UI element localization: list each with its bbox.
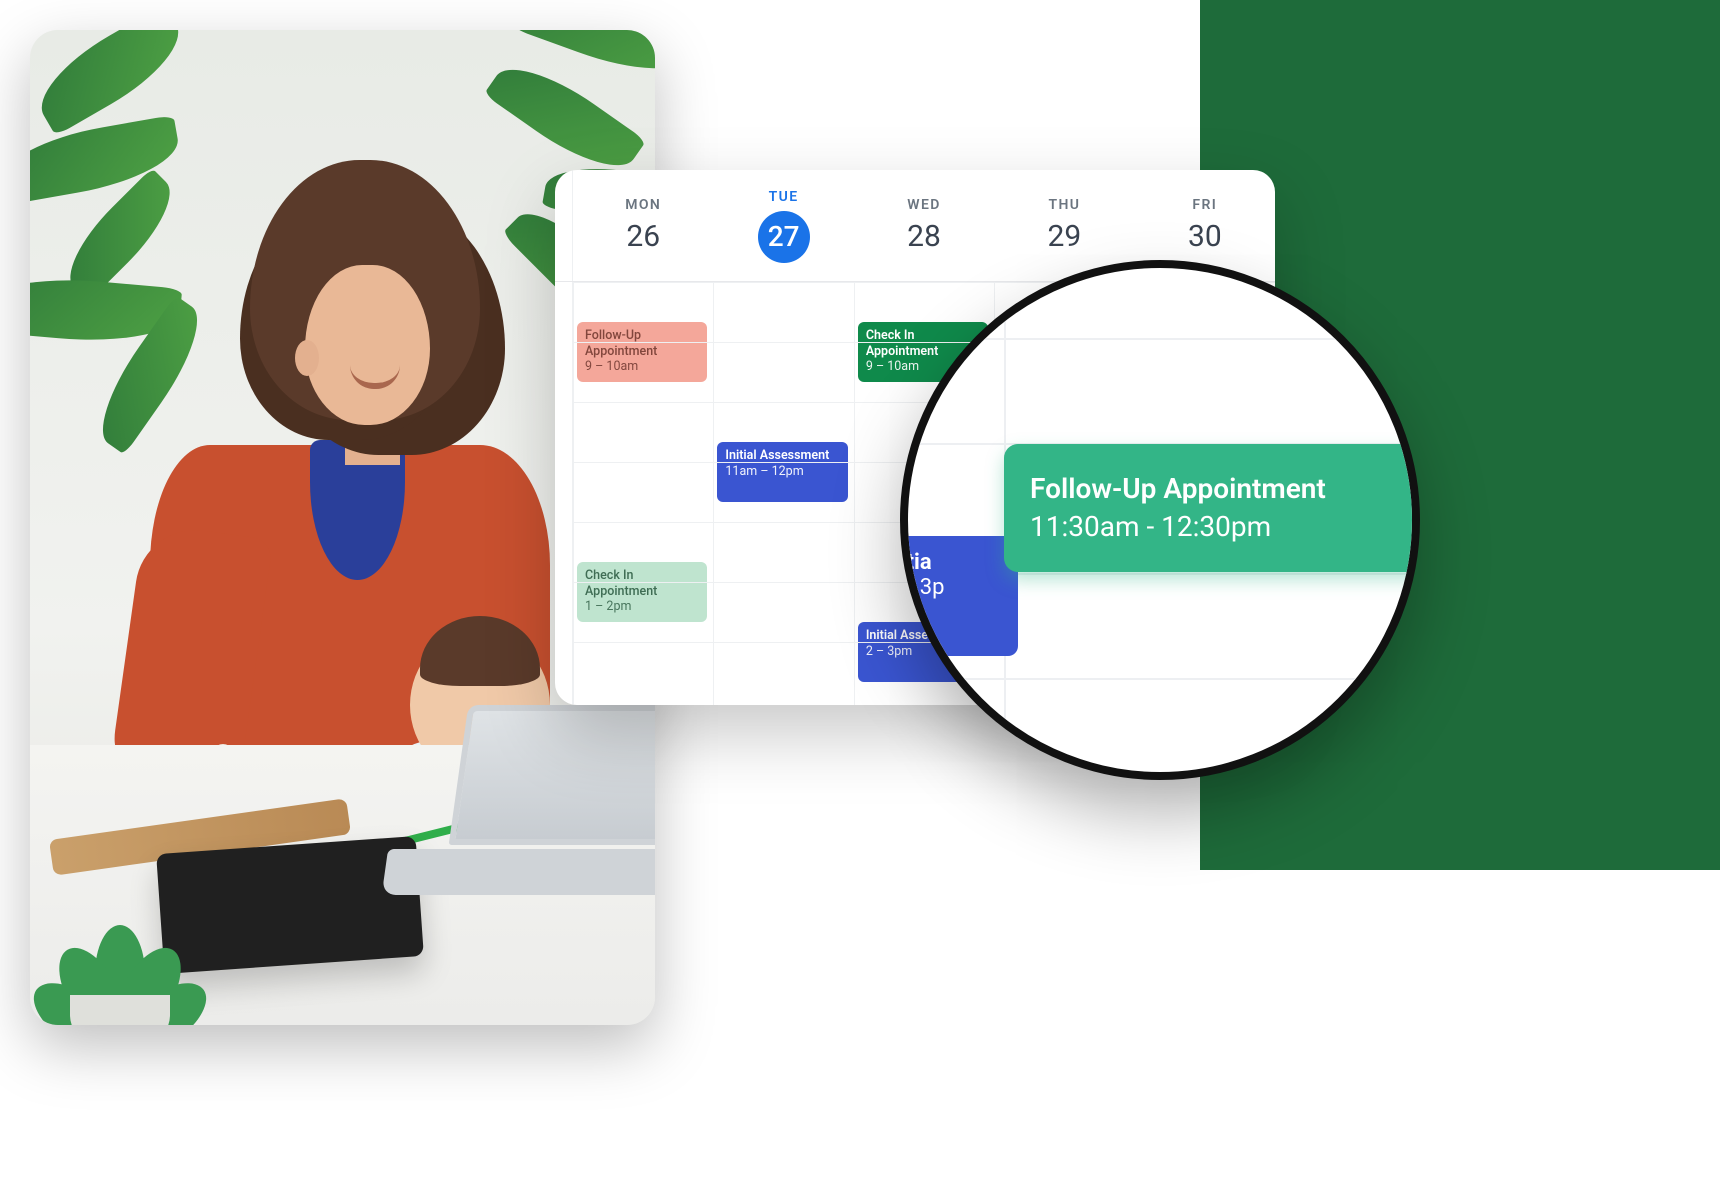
event-title: Check In Appointment bbox=[585, 568, 699, 599]
event-time: 2 – 3p bbox=[900, 575, 1004, 600]
day-number: 29 bbox=[1048, 219, 1082, 254]
laptop-icon bbox=[422, 705, 655, 895]
event-time: 9 – 10am bbox=[585, 359, 699, 375]
day-of-week-label: THU bbox=[1048, 197, 1080, 213]
event-title: Follow-Up Appointment bbox=[585, 328, 699, 359]
event-time: 11am – 12pm bbox=[725, 464, 839, 480]
day-number: 28 bbox=[907, 219, 941, 254]
day-number-active-badge: 27 bbox=[758, 211, 810, 263]
day-number: 26 bbox=[626, 219, 660, 254]
desk-illustration bbox=[30, 745, 655, 1025]
calendar-event[interactable]: Check In Appointment 1 – 2pm bbox=[577, 562, 707, 622]
event-title: Initia bbox=[900, 550, 1004, 575]
magnifier-lens: Initia 2 – 3p Follow-Up Appointment 11:3… bbox=[900, 260, 1420, 780]
day-column-mon[interactable]: Follow-Up Appointment 9 – 10am Check In … bbox=[573, 282, 713, 705]
day-of-week-label: WED bbox=[907, 197, 941, 213]
magnified-event-featured[interactable]: Follow-Up Appointment 11:30am - 12:30pm bbox=[1004, 444, 1420, 572]
magnifier-content: Initia 2 – 3p Follow-Up Appointment 11:3… bbox=[908, 268, 1412, 772]
event-title: Follow-Up Appointment bbox=[1030, 470, 1420, 508]
magnified-event-partial[interactable]: Initia 2 – 3p bbox=[900, 536, 1018, 656]
day-of-week-label: MON bbox=[625, 197, 661, 213]
day-header-wed[interactable]: WED 28 bbox=[854, 170, 994, 281]
succulent-icon bbox=[30, 885, 210, 1025]
day-of-week-label: FRI bbox=[1192, 197, 1217, 213]
day-column-tue[interactable]: Initial Assessment 11am – 12pm bbox=[713, 282, 853, 705]
day-of-week-label: TUE bbox=[769, 189, 799, 205]
event-title: Initial Assessment bbox=[725, 448, 839, 464]
event-time: 1 – 2pm bbox=[585, 599, 699, 615]
day-header-tue[interactable]: TUE 27 bbox=[713, 170, 853, 281]
day-header-mon[interactable]: MON 26 bbox=[573, 170, 713, 281]
day-number: 30 bbox=[1188, 219, 1222, 254]
calendar-event[interactable]: Follow-Up Appointment 9 – 10am bbox=[577, 322, 707, 382]
calendar-event[interactable]: Initial Assessment 11am – 12pm bbox=[717, 442, 847, 502]
event-time: 11:30am - 12:30pm bbox=[1030, 508, 1420, 546]
